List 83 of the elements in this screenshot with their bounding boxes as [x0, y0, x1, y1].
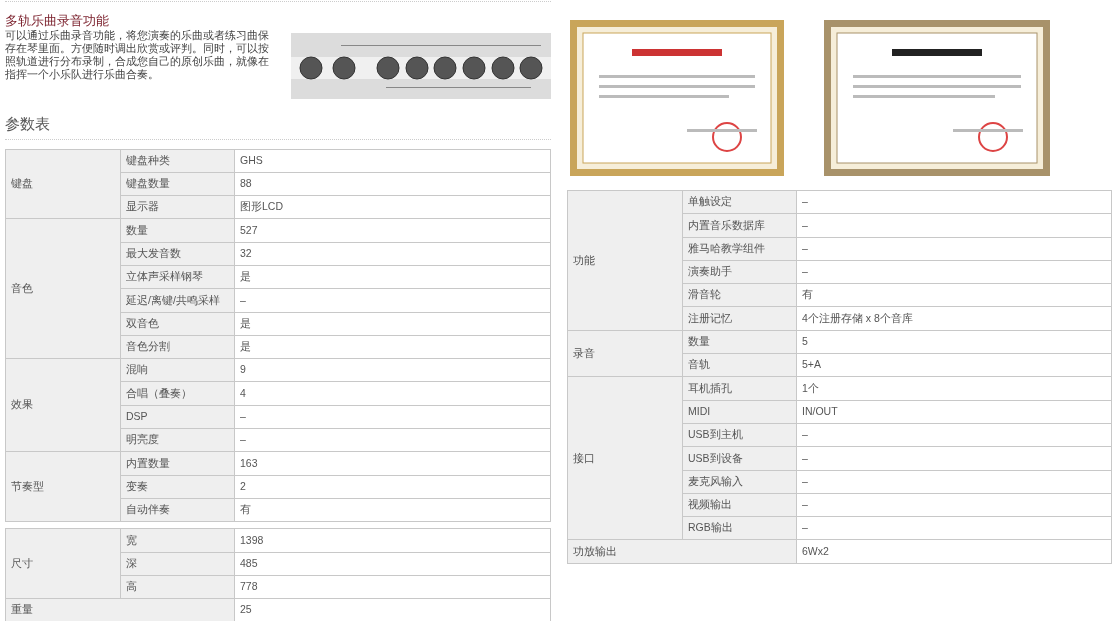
- spec-name-cell: DSP: [120, 405, 235, 429]
- spec-name-cell: 最大发音数: [120, 242, 235, 266]
- group-cell: 节奏型: [5, 451, 121, 522]
- spec-name-cell: USB到主机: [682, 423, 797, 447]
- spec-value-cell: –: [796, 237, 1112, 261]
- spec-value-cell: 图形LCD: [234, 195, 551, 219]
- spec-name-cell: 高: [120, 575, 235, 599]
- spec-value-cell: –: [796, 446, 1112, 471]
- spec-name-cell: 变奏: [120, 475, 235, 499]
- group-cell: 音色: [5, 218, 121, 359]
- group-cell: 键盘: [5, 149, 121, 219]
- spec-value-cell: –: [796, 423, 1112, 447]
- section-heading: 参数表: [5, 113, 551, 140]
- spec-value-cell: –: [796, 260, 1112, 284]
- spec-name-cell: 重量: [5, 598, 235, 621]
- spec-name-cell: 功放输出: [567, 539, 797, 564]
- spec-value-cell: 25: [234, 598, 551, 621]
- spec-value-cell: 是: [234, 335, 551, 359]
- spec-name-cell: 深: [120, 552, 235, 576]
- section-title: 多轨乐曲录音功能: [5, 13, 110, 29]
- spec-name-cell: 数量: [682, 330, 797, 354]
- spec-value-cell: 527: [234, 218, 551, 243]
- spec-value-cell: 1398: [234, 528, 551, 553]
- spec-name-cell: 视频输出: [682, 493, 797, 517]
- spec-name-cell: 明亮度: [120, 428, 235, 452]
- spec-value-cell: 4个注册存储 x 8个音库: [796, 307, 1112, 331]
- spec-value-cell: –: [234, 428, 551, 452]
- spec-value-cell: 778: [234, 575, 551, 599]
- spec-value-cell: –: [234, 405, 551, 429]
- spec-value-cell: 是: [234, 265, 551, 289]
- spec-value-cell: 有: [234, 498, 551, 522]
- spec-value-cell: –: [796, 493, 1112, 517]
- spec-name-cell: 显示器: [120, 195, 235, 219]
- spec-value-cell: 2: [234, 475, 551, 499]
- spec-name-cell: 宽: [120, 528, 235, 553]
- spec-value-cell: –: [796, 213, 1112, 238]
- spec-name-cell: MIDI: [682, 400, 797, 424]
- spec-name-cell: USB到设备: [682, 446, 797, 471]
- spec-name-cell: 演奏助手: [682, 260, 797, 284]
- spec-name-cell: RGB输出: [682, 516, 797, 540]
- spec-name-cell: 注册记忆: [682, 307, 797, 331]
- spec-value-cell: –: [796, 190, 1112, 214]
- group-cell: 尺寸: [5, 528, 121, 599]
- spec-name-cell: 合唱（叠奏）: [120, 381, 235, 406]
- spec-value-cell: –: [234, 288, 551, 313]
- spec-value-cell: –: [796, 516, 1112, 540]
- spec-name-cell: 内置音乐数据库: [682, 213, 797, 238]
- group-cell: 录音: [567, 330, 683, 377]
- spec-value-cell: 1个: [796, 376, 1112, 401]
- spec-value-cell: –: [796, 470, 1112, 494]
- spec-value-cell: 4: [234, 381, 551, 406]
- group-cell: 接口: [567, 376, 683, 540]
- spec-name-cell: 麦克风输入: [682, 470, 797, 494]
- spec-name-cell: 键盘种类: [120, 149, 235, 173]
- spec-value-cell: 是: [234, 312, 551, 336]
- spec-name-cell: 立体声采样钢琴: [120, 265, 235, 289]
- spec-value-cell: 9: [234, 358, 551, 382]
- spec-name-cell: 混响: [120, 358, 235, 382]
- spec-value-cell: IN/OUT: [796, 400, 1112, 424]
- spec-name-cell: 键盘数量: [120, 172, 235, 196]
- spec-value-cell: 有: [796, 283, 1112, 307]
- spec-value-cell: 163: [234, 451, 551, 476]
- spec-name-cell: 耳机插孔: [682, 376, 797, 401]
- spec-name-cell: 滑音轮: [682, 283, 797, 307]
- spec-name-cell: 内置数量: [120, 451, 235, 476]
- spec-value-cell: 32: [234, 242, 551, 266]
- spec-name-cell: 雅马哈教学组件: [682, 237, 797, 261]
- spec-name-cell: 自动伴奏: [120, 498, 235, 522]
- spec-name-cell: 音轨: [682, 353, 797, 377]
- group-cell: 功能: [567, 190, 683, 331]
- spec-name-cell: 延迟/离键/共鸣采样: [120, 288, 235, 313]
- spec-name-cell: 双音色: [120, 312, 235, 336]
- spec-value-cell: GHS: [234, 149, 551, 173]
- description-text: 可以通过乐曲录音功能，将您演奏的乐曲或者练习曲保存在琴里面。方便随时调出欣赏或评判。同时，可以按照轨道进行分布录制，合成您自己的原创乐曲，就像在指挥一个小乐队进行乐曲合奏。: [5, 29, 270, 82]
- spec-value-cell: 5+A: [796, 353, 1112, 377]
- spec-value-cell: 88: [234, 172, 551, 196]
- spec-name-cell: 单触设定: [682, 190, 797, 214]
- spec-name-cell: 数量: [120, 218, 235, 243]
- group-cell: 效果: [5, 358, 121, 452]
- spec-value-cell: 6Wx2: [796, 539, 1112, 564]
- spec-value-cell: 485: [234, 552, 551, 576]
- spec-name-cell: 音色分割: [120, 335, 235, 359]
- spec-value-cell: 5: [796, 330, 1112, 354]
